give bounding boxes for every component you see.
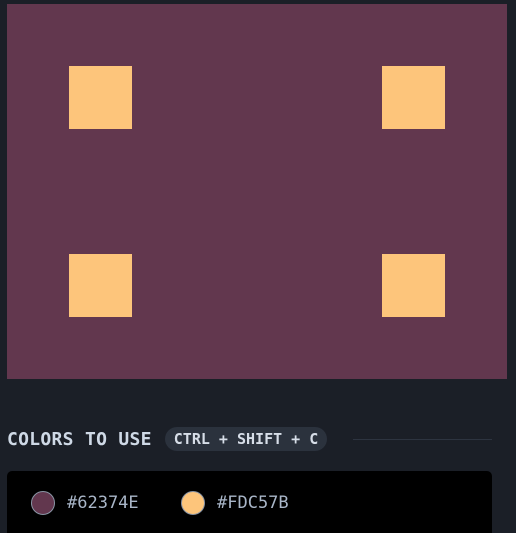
color-hex-label: #62374E — [67, 493, 139, 513]
colors-header: COLORS TO USE CTRL + SHIFT + C — [7, 427, 492, 451]
target-square-bottom-left — [69, 254, 132, 317]
color-dot — [181, 491, 205, 515]
target-preview — [7, 4, 507, 379]
target-square-top-left — [69, 66, 132, 129]
color-swatch-0[interactable]: #62374E — [31, 490, 139, 516]
target-square-bottom-right — [382, 254, 445, 317]
colors-title: COLORS TO USE — [7, 428, 152, 450]
copy-shortcut-badge: CTRL + SHIFT + C — [164, 427, 328, 451]
color-palette: #62374E #FDC57B — [7, 471, 492, 533]
color-hex-label: #FDC57B — [217, 493, 289, 513]
color-dot — [31, 491, 55, 515]
header-divider — [353, 438, 492, 440]
target-square-top-right — [382, 66, 445, 129]
color-swatch-1[interactable]: #FDC57B — [181, 490, 289, 516]
